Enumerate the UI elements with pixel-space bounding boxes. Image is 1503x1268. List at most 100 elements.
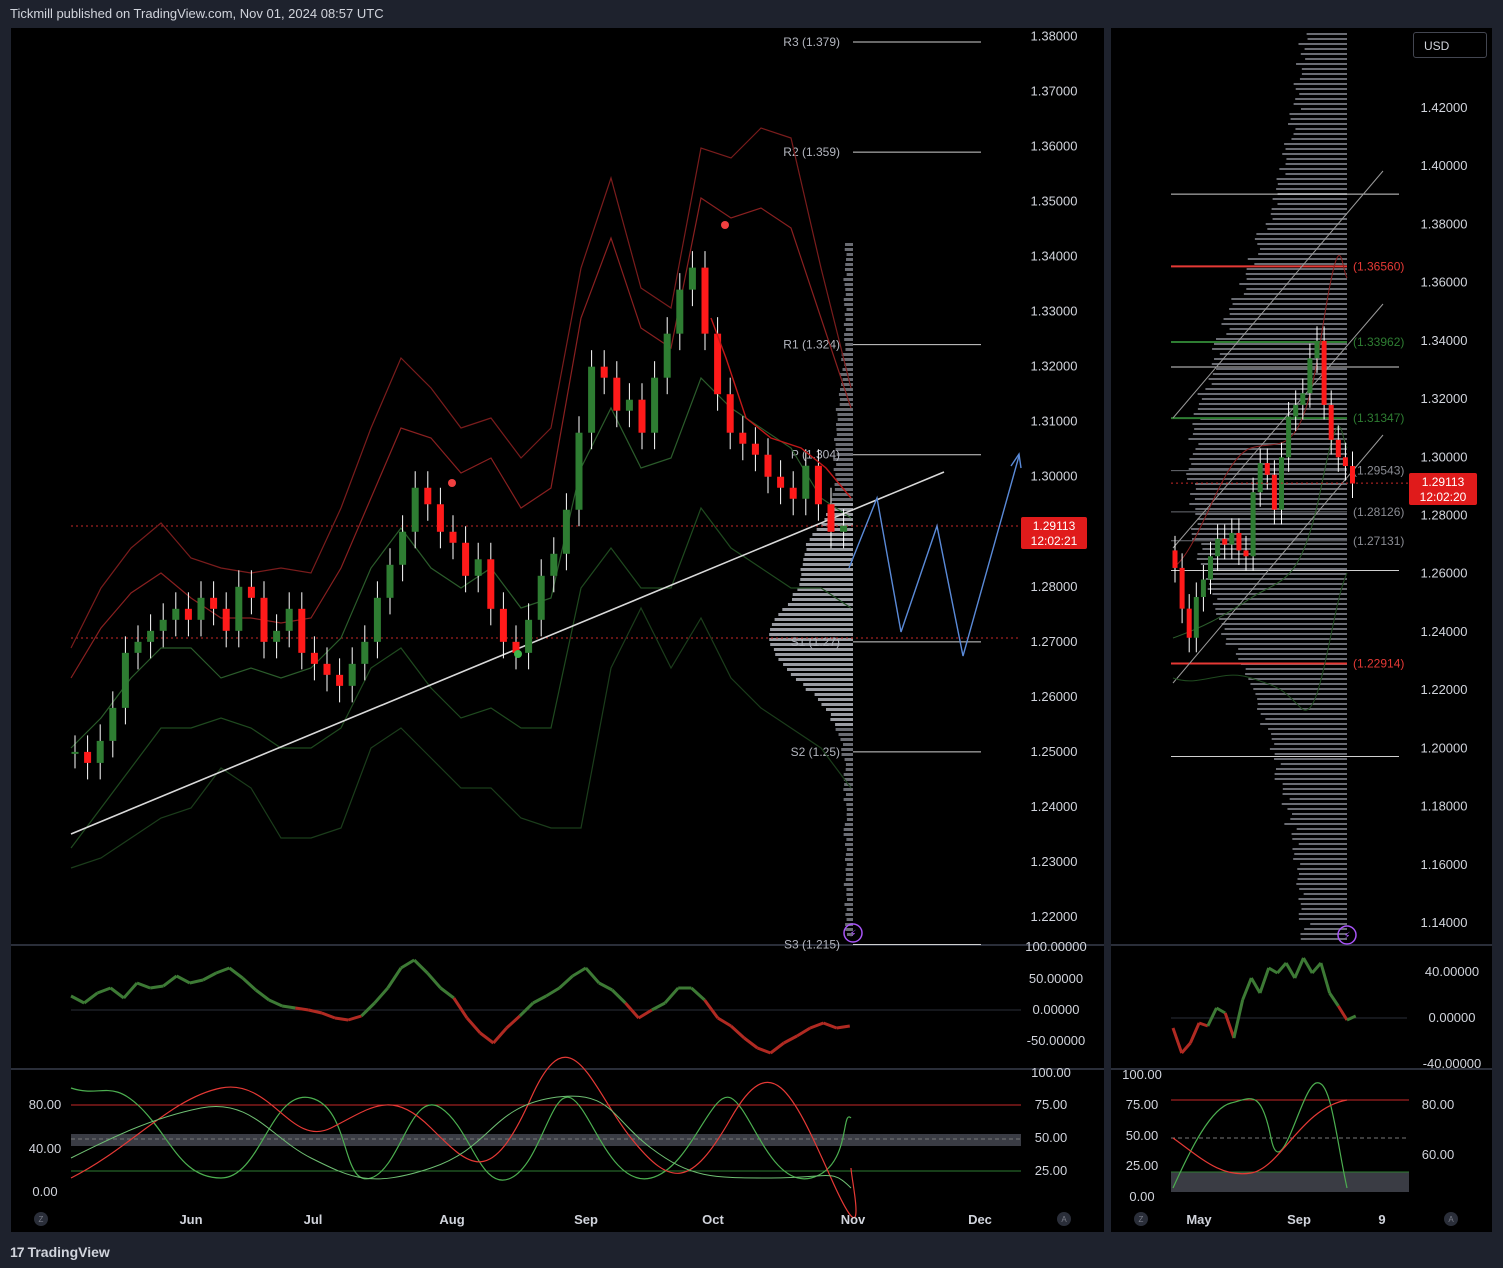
- candle-body: [1286, 416, 1292, 458]
- volume-profile-bar: [845, 853, 853, 856]
- stoch-right-axis-label: 80.00: [1422, 1097, 1455, 1112]
- volume-profile-bar: [845, 288, 853, 291]
- oscillator-segment: [334, 1016, 349, 1022]
- candle-body: [1350, 466, 1355, 484]
- candle-body: [600, 366, 608, 378]
- volume-profile-bar: [1289, 798, 1347, 800]
- volume-profile-bar: [1291, 833, 1347, 835]
- candle-body: [1314, 340, 1320, 359]
- volume-profile-bar: [1260, 713, 1347, 715]
- right-chart-panel[interactable]: 1.42000 1.40000 1.38000 1.36000 1.34000 1.320…: [1111, 28, 1492, 1232]
- volume-profile-bar: [1298, 898, 1347, 900]
- volume-profile-bar: [1285, 173, 1347, 175]
- oscillator-segment: [347, 1014, 362, 1022]
- time-axis-label: Nov: [841, 1212, 866, 1227]
- price-axis-label: 1.34000: [1421, 333, 1468, 348]
- volume-profile-bar: [839, 403, 853, 406]
- candle-body: [1321, 340, 1327, 405]
- volume-profile-bar: [1299, 888, 1347, 890]
- price-axis-label: 1.35000: [1031, 194, 1078, 209]
- price-axis-label: 1.24000: [1031, 799, 1078, 814]
- volume-profile-bar: [1279, 168, 1347, 170]
- oscillator-segment: [1302, 957, 1314, 974]
- oscillator-segment: [1232, 999, 1245, 1039]
- volume-profile-bar: [1276, 178, 1347, 180]
- oscillator-segment: [1328, 992, 1340, 1007]
- volume-profile-bar: [1253, 688, 1347, 690]
- price-axis-label: 1.36000: [1031, 139, 1078, 154]
- oscillator-segment: [1311, 962, 1323, 974]
- oscillator-segment: [703, 999, 720, 1019]
- volume-profile-bar: [774, 618, 853, 621]
- candle-body: [96, 740, 104, 763]
- candle-body: [1236, 532, 1242, 551]
- volume-profile-bar: [1300, 108, 1347, 110]
- oscillator-segment: [492, 1027, 508, 1044]
- oscillator-segment: [413, 958, 429, 975]
- candle-body: [1243, 550, 1249, 557]
- volume-profile-bar: [800, 578, 853, 581]
- candle-body: [222, 608, 230, 631]
- time-axis-label: Dec: [968, 1212, 992, 1227]
- volume-profile-bar: [1196, 558, 1347, 560]
- volume-profile-bar: [845, 763, 853, 766]
- oscillator-segment: [729, 1024, 746, 1040]
- price-axis-label: 1.42000: [1421, 100, 1468, 115]
- volume-profile-bar: [846, 893, 853, 896]
- time-axis-label: Sep: [574, 1212, 598, 1227]
- volume-profile-bar: [846, 818, 853, 821]
- volume-profile-bar: [801, 573, 853, 576]
- currency-selector[interactable]: USD: [1413, 32, 1487, 58]
- volume-profile-bar: [804, 553, 853, 556]
- candle-body: [537, 575, 545, 620]
- volume-profile-bar: [1290, 118, 1347, 120]
- price-axis-label: 1.32000: [1031, 359, 1078, 374]
- volume-profile-bar: [1293, 83, 1347, 85]
- volume-profile-bar: [1295, 98, 1347, 100]
- volume-profile-bar: [790, 673, 853, 676]
- volume-profile-bar: [1191, 528, 1347, 530]
- volume-profile-bar: [845, 263, 853, 266]
- oscillator-segment: [769, 1041, 785, 1055]
- volume-profile-bar: [1289, 113, 1347, 115]
- right-chart-svg[interactable]: 1.42000 1.40000 1.38000 1.36000 1.34000 1.320…: [1111, 28, 1492, 1232]
- candle-body: [210, 597, 218, 609]
- left-chart-panel[interactable]: 1.38000 1.37000 1.36000 1.35000 1.34000 1.330…: [11, 28, 1104, 1232]
- pivot-label: S2 (1.25): [791, 745, 840, 759]
- oscillator-segment: [598, 981, 613, 992]
- candle-body: [1229, 532, 1235, 545]
- stoch-right-axis-label: 100.00: [1031, 1065, 1071, 1080]
- volume-profile-bar: [1257, 243, 1347, 245]
- candle-body: [348, 663, 356, 686]
- candle-body: [1193, 596, 1199, 638]
- volume-profile-bar: [1295, 88, 1347, 90]
- oscillator-segment: [505, 1014, 521, 1030]
- volume-profile-bar: [787, 668, 853, 671]
- candle-body: [285, 608, 293, 631]
- volume-profile-bar: [845, 768, 853, 771]
- volume-profile-bar: [842, 743, 853, 746]
- candle-body: [273, 630, 281, 642]
- candle-body: [436, 504, 444, 532]
- oscillator-segment: [386, 967, 403, 989]
- volume-profile-bar: [835, 473, 853, 476]
- left-chart-svg[interactable]: 1.38000 1.37000 1.36000 1.35000 1.34000 1.330…: [11, 28, 1104, 1232]
- footer-brand: TradingView: [27, 1244, 110, 1260]
- oscillator-segment: [83, 991, 99, 1005]
- candle-body: [159, 619, 167, 631]
- volume-profile-bar: [1272, 198, 1347, 200]
- price-axis-label: 1.18000: [1421, 799, 1468, 814]
- oscillator-segment: [426, 972, 442, 989]
- volume-profile-bar: [834, 438, 853, 441]
- oscillator-segment: [400, 958, 415, 970]
- candle-body: [613, 377, 621, 411]
- volume-profile-bar: [842, 378, 853, 381]
- volume-profile-bar: [1300, 903, 1347, 905]
- volume-profile-bar: [1232, 303, 1347, 305]
- volume-profile-bar: [1299, 78, 1347, 80]
- volume-profile-bar: [838, 733, 853, 736]
- volume-profile-bar: [1271, 733, 1347, 735]
- volume-profile-bar: [1258, 253, 1347, 255]
- volume-profile-bar: [1197, 523, 1347, 525]
- stoch-band-zone: [71, 1134, 1021, 1146]
